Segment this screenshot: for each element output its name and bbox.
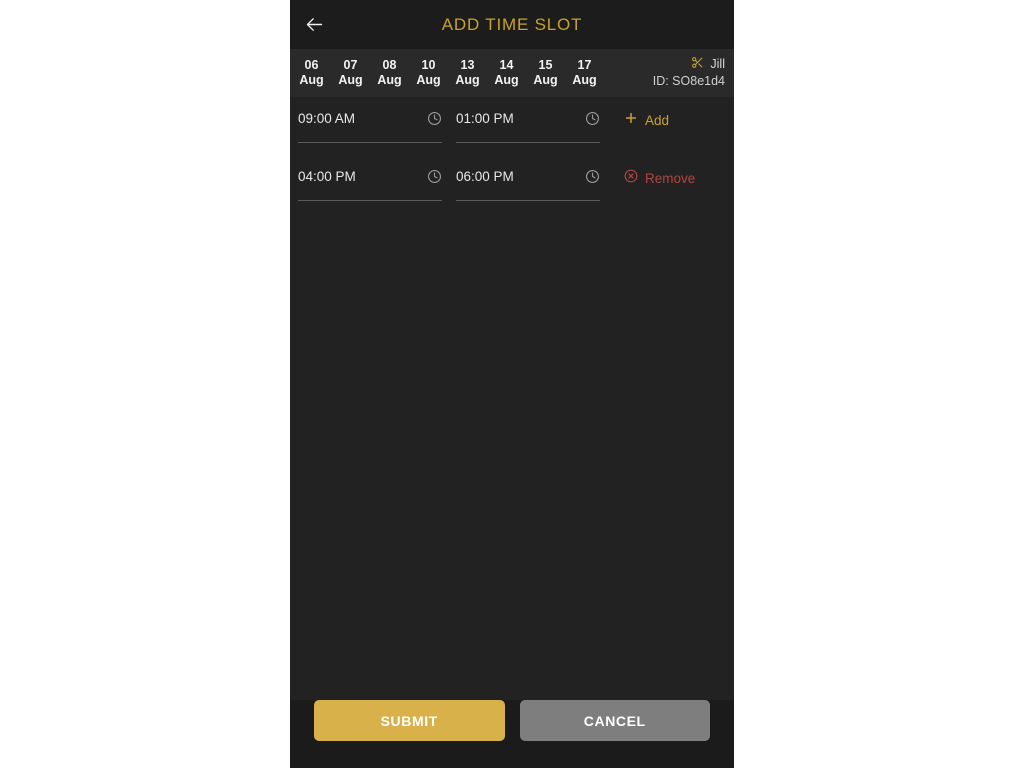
start-time-field[interactable]: 04:00 PM (298, 155, 442, 201)
chip-month: Aug (455, 73, 480, 87)
clock-icon[interactable] (585, 169, 600, 186)
chip-day: 15 (538, 58, 553, 72)
chip-month: Aug (338, 73, 363, 87)
date-chip[interactable]: 14 Aug (487, 58, 526, 88)
chip-month: Aug (416, 73, 441, 87)
time-slot-list: 09:00 AM 01:00 PM Add 04:00 PM 06:00 PM … (290, 97, 734, 700)
add-slot-button[interactable]: Add (614, 97, 669, 143)
back-button[interactable] (292, 3, 336, 47)
chip-day: 14 (499, 58, 514, 72)
staff-info: Jill ID: SO8e1d4 (652, 49, 734, 97)
date-chip[interactable]: 10 Aug (409, 58, 448, 88)
clock-icon[interactable] (427, 111, 442, 128)
chip-month: Aug (533, 73, 558, 87)
submit-button[interactable]: SUBMIT (314, 700, 505, 741)
chip-day: 08 (382, 58, 397, 72)
staff-name: Jill (710, 57, 725, 71)
time-slot-row: 09:00 AM 01:00 PM Add (298, 97, 726, 155)
chip-day: 10 (421, 58, 436, 72)
date-chip[interactable]: 13 Aug (448, 58, 487, 88)
time-slot-row: 04:00 PM 06:00 PM Remove (298, 155, 726, 213)
chip-day: 17 (577, 58, 592, 72)
chip-month: Aug (377, 73, 402, 87)
page-title: ADD TIME SLOT (441, 14, 583, 34)
chip-day: 06 (304, 58, 319, 72)
arrow-left-icon (304, 14, 325, 35)
staff-id: ID: SO8e1d4 (652, 74, 725, 88)
scissors-icon (691, 56, 704, 72)
date-chip-bar: 06 Aug 07 Aug 08 Aug 10 Aug 13 Aug 14 Au… (290, 49, 734, 97)
chip-month: Aug (494, 73, 519, 87)
cancel-button[interactable]: CANCEL (519, 700, 710, 741)
plus-icon (624, 111, 638, 130)
date-chip[interactable]: 06 Aug (292, 58, 331, 88)
start-time-value: 04:00 PM (298, 169, 356, 184)
app-bar: ADD TIME SLOT (290, 0, 734, 49)
end-time-field[interactable]: 06:00 PM (456, 155, 600, 201)
date-chip[interactable]: 15 Aug (526, 58, 565, 88)
chip-day: 13 (460, 58, 475, 72)
start-time-value: 09:00 AM (298, 111, 356, 126)
date-chip-scroller[interactable]: 06 Aug 07 Aug 08 Aug 10 Aug 13 Aug 14 Au… (290, 49, 600, 97)
screenshot-canvas: ADD TIME SLOT 06 Aug 07 Aug 08 Aug 10 Au… (0, 0, 1024, 768)
clock-icon[interactable] (427, 169, 442, 186)
chip-month: Aug (572, 73, 597, 87)
mobile-app-viewport: ADD TIME SLOT 06 Aug 07 Aug 08 Aug 10 Au… (290, 0, 734, 768)
staff-name-row: Jill (691, 56, 725, 72)
end-time-field[interactable]: 01:00 PM (456, 97, 600, 143)
remove-slot-button[interactable]: Remove (614, 155, 695, 201)
date-chip[interactable]: 07 Aug (331, 58, 370, 88)
start-time-field[interactable]: 09:00 AM (298, 97, 442, 143)
circle-x-icon (624, 169, 638, 188)
chip-day: 07 (343, 58, 358, 72)
date-chip[interactable]: 17 Aug (565, 58, 600, 88)
remove-slot-label: Remove (645, 170, 696, 186)
chip-month: Aug (299, 73, 324, 87)
clock-icon[interactable] (585, 111, 600, 128)
add-slot-label: Add (645, 112, 670, 128)
footer-action-bar: SUBMIT CANCEL (290, 700, 734, 768)
end-time-value: 01:00 PM (456, 111, 514, 126)
end-time-value: 06:00 PM (456, 169, 514, 184)
date-chip[interactable]: 08 Aug (370, 58, 409, 88)
